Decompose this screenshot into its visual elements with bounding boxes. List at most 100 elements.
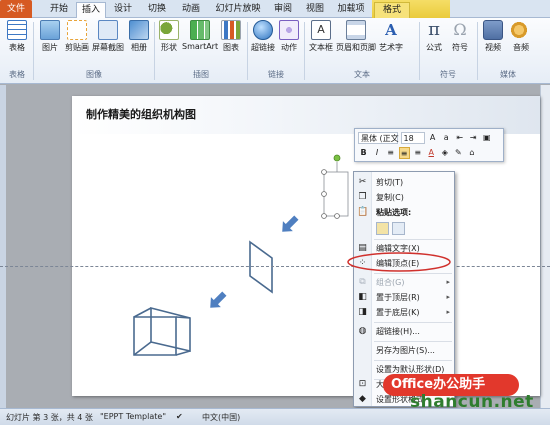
arrow-icon[interactable] <box>277 213 301 237</box>
ribbon: 表格 图片 剪贴画 屏幕截图 相册 形状 SmartArt 图表 超链接 动作 … <box>0 18 550 84</box>
paste-keep-formatting-icon[interactable] <box>376 222 389 235</box>
menu-item-bring-to-front[interactable]: ◧ 置于顶层(R) ▸ <box>354 290 454 305</box>
tab-review[interactable]: 审阅 <box>268 2 298 18</box>
menu-item-label: 编辑顶点(E) <box>376 259 420 268</box>
smartart-button[interactable]: SmartArt <box>182 20 218 51</box>
menu-item-cut[interactable]: ✂ 剪切(T) <box>354 175 454 190</box>
language-indicator[interactable]: 中文(中国) <box>202 412 240 423</box>
fill-color-icon[interactable]: ◈ <box>439 147 450 159</box>
edit-text-icon: ▤ <box>358 243 367 253</box>
chart-icon <box>221 20 241 40</box>
tab-home[interactable]: 开始 <box>44 2 74 18</box>
video-button[interactable]: 视频 <box>480 20 506 53</box>
menu-item-edit-text[interactable]: ▤ 编辑文字(X) <box>354 241 454 256</box>
action-label: 动作 <box>281 43 297 52</box>
shapes-icon <box>159 20 179 40</box>
grow-font-icon[interactable]: A <box>427 132 438 144</box>
tab-slideshow[interactable]: 幻灯片放映 <box>210 2 266 18</box>
globe-icon: ◍ <box>358 326 367 336</box>
menu-item-copy[interactable]: ❐ 复制(C) <box>354 190 454 205</box>
group-label-table: 表格 <box>9 70 25 79</box>
picture-button[interactable]: 图片 <box>36 20 64 53</box>
font-name-box[interactable]: 黑体 (正文 <box>358 132 399 144</box>
menu-item-label: 另存为图片(S)... <box>376 346 435 355</box>
selected-shape[interactable] <box>321 154 349 219</box>
globe-icon <box>253 20 273 40</box>
menu-item-label: 组合(G) <box>376 278 405 287</box>
line-color-icon[interactable]: ✎ <box>453 147 464 159</box>
menu-item-label: 超链接(H)... <box>376 327 420 336</box>
arrow-icon[interactable] <box>205 289 229 313</box>
menu-separator <box>374 360 452 361</box>
picture-icon <box>40 20 60 40</box>
clipart-button[interactable]: 剪贴画 <box>64 20 90 53</box>
tab-insert[interactable]: 插入 <box>76 2 106 19</box>
wordart-button[interactable]: A 艺术字 <box>378 20 404 53</box>
paste-picture-icon[interactable] <box>392 222 405 235</box>
tab-addins[interactable]: 加载项 <box>332 2 370 18</box>
italic-button[interactable]: I <box>372 147 383 159</box>
audio-label: 音频 <box>513 43 529 52</box>
menu-item-label: 复制(C) <box>376 193 404 202</box>
table-button[interactable]: 表格 <box>4 20 30 53</box>
bring-front-icon: ◧ <box>358 292 367 302</box>
align-center-icon[interactable]: ≡ <box>398 147 410 159</box>
audio-button[interactable]: 音频 <box>508 20 534 53</box>
cube-shape[interactable] <box>133 306 191 356</box>
group-label-links: 链接 <box>268 70 284 79</box>
picture-label: 图片 <box>42 43 58 52</box>
header-footer-icon <box>346 20 366 40</box>
align-right-icon[interactable]: ≡ <box>412 147 423 159</box>
equation-button[interactable]: π 公式 <box>421 20 447 53</box>
video-icon <box>483 20 503 40</box>
menu-item-hyperlink[interactable]: ◍ 超链接(H)... <box>354 324 454 339</box>
video-label: 视频 <box>485 43 501 52</box>
vertical-scrollbar[interactable] <box>540 85 550 408</box>
tab-transitions[interactable]: 切换 <box>142 2 172 18</box>
symbol-label: 符号 <box>452 43 468 52</box>
tab-view[interactable]: 视图 <box>300 2 330 18</box>
thumbnail-pane-edge[interactable] <box>0 85 6 408</box>
group-separator <box>304 22 305 80</box>
slide-counter: 幻灯片 第 3 张，共 4 张 <box>6 413 93 422</box>
context-menu: ✂ 剪切(T) ❐ 复制(C) 📋 粘贴选项: ▤ 编辑文字(X) ⁘ 编辑顶点… <box>353 171 455 407</box>
decrease-indent-icon[interactable]: ⇤ <box>454 132 465 144</box>
mini-toolbar-row-2: B I ≡ ≡ ≡ A ◈ ✎ ⌂ <box>358 147 477 161</box>
menu-separator <box>374 239 452 240</box>
tab-design[interactable]: 设计 <box>108 2 138 18</box>
parallelogram-shape[interactable] <box>249 240 273 294</box>
textbox-button[interactable]: A 文本框 <box>306 20 336 53</box>
action-icon <box>279 20 299 40</box>
menu-item-send-to-back[interactable]: ◨ 置于底层(K) ▸ <box>354 305 454 320</box>
menu-item-label: 粘贴选项: <box>376 208 412 217</box>
tab-file[interactable]: 文件 <box>0 0 32 18</box>
guide-line <box>0 266 550 267</box>
tab-animations[interactable]: 动画 <box>176 2 206 18</box>
shapes-button[interactable]: 形状 <box>156 20 182 53</box>
chart-button[interactable]: 图表 <box>218 20 244 53</box>
menu-item-save-as-picture[interactable]: 另存为图片(S)... <box>354 343 454 358</box>
font-color-icon[interactable]: A <box>426 147 437 159</box>
format-painter-icon[interactable]: ⌂ <box>466 147 477 159</box>
header-footer-button[interactable]: 页眉和页脚 <box>336 20 376 53</box>
increase-indent-icon[interactable]: ⇥ <box>468 132 479 144</box>
clipart-icon <box>67 20 87 40</box>
shapes-label: 形状 <box>161 43 177 52</box>
menu-item-group: ⧉ 组合(G) ▸ <box>354 275 454 290</box>
shape-style-icon[interactable]: ▣ <box>481 132 492 144</box>
screenshot-button[interactable]: 屏幕截图 <box>92 20 124 53</box>
album-button[interactable]: 相册 <box>126 20 152 53</box>
tab-format[interactable]: 格式 <box>374 2 410 18</box>
bold-button[interactable]: B <box>358 147 369 159</box>
font-size-box[interactable]: 18 <box>400 132 425 144</box>
spell-check-icon[interactable]: ✔ <box>176 412 183 421</box>
scissors-icon: ✂ <box>358 177 367 187</box>
action-button[interactable]: 动作 <box>277 20 301 53</box>
hyperlink-button[interactable]: 超链接 <box>249 20 277 53</box>
watermark-site: shancun.net <box>410 392 534 412</box>
align-left-icon[interactable]: ≡ <box>385 147 396 159</box>
symbol-button[interactable]: Ω 符号 <box>447 20 473 53</box>
equation-label: 公式 <box>426 43 442 52</box>
menu-item-edit-points[interactable]: ⁘ 编辑顶点(E) <box>354 256 454 271</box>
shrink-font-icon[interactable]: a <box>441 132 452 144</box>
